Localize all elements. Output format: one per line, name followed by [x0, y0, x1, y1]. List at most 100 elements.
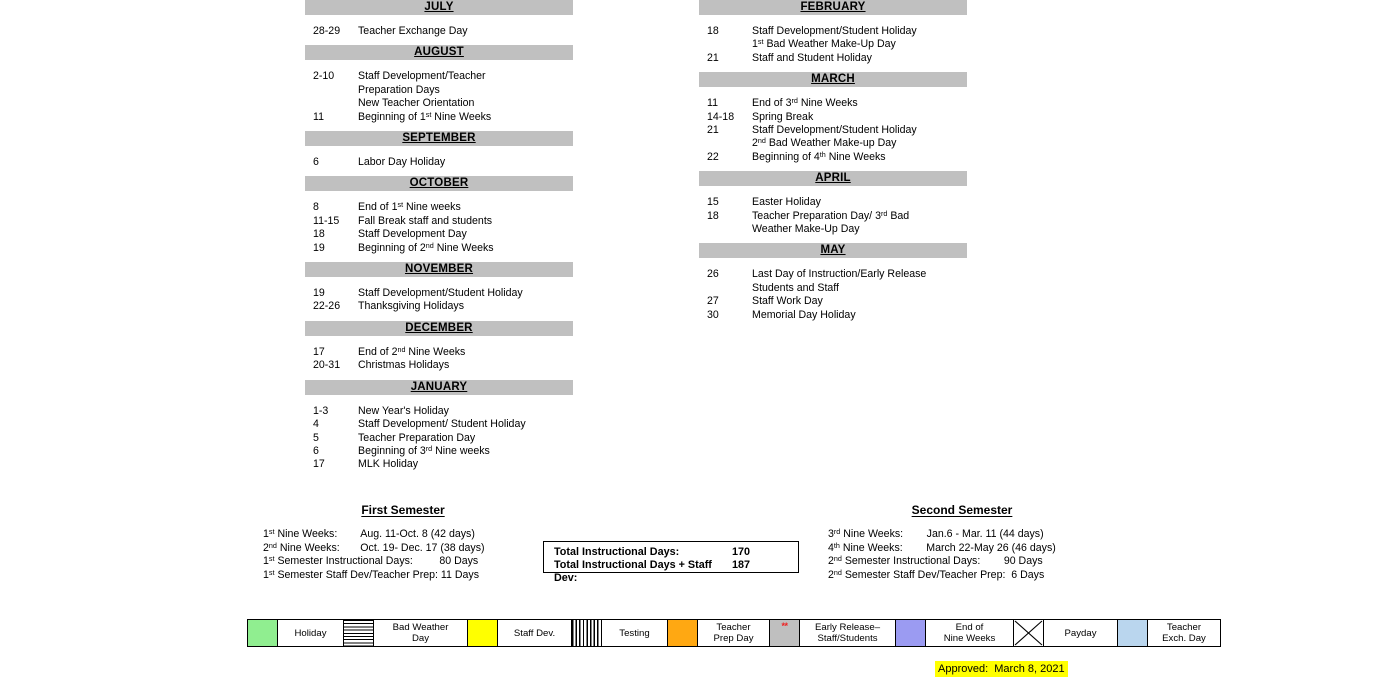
event-description: Staff Development/Teacher Preparation Da…	[358, 70, 486, 110]
total-label: Total Instructional Days + Staff Dev:	[554, 559, 712, 584]
event-date: 28-29	[313, 25, 341, 37]
second-semester-title: Second Semester	[911, 503, 1013, 517]
gray-asterisk-swatch: **	[770, 620, 800, 646]
event-date: 21	[707, 124, 719, 137]
month-events: 28-29 Teacher Exchange Day	[305, 15, 573, 45]
first-semester-line: 1st Semester Instructional Days: 80 Days	[263, 554, 479, 568]
event-description: Beginning of 2nd Nine Weeks	[358, 240, 494, 254]
month-block: NOVEMBER 19 Staff Development/Student Holi…	[305, 262, 573, 321]
calendar-event-row: 20-31 Christmas Holidays	[305, 359, 573, 372]
event-date: 17	[313, 345, 325, 358]
event-description: Staff Development/Student Holiday	[358, 287, 523, 300]
calendar-event-row: 11 End of 3rd Nine Weeks	[699, 97, 967, 110]
calendar-legend: Holiday Bad Weather Day Staff Dev. Testing T…	[247, 619, 1221, 647]
event-date: 18	[313, 228, 325, 241]
total-instructional-days-box: Total Instructional Days: 170 Total Instru…	[543, 541, 799, 584]
solid-purple-swatch	[896, 620, 926, 646]
total-row: Total Instructional Days + Staff Dev: 187	[554, 559, 798, 585]
event-description: Staff Development/Student Holiday 1st Ba…	[752, 25, 917, 51]
event-date: 30	[707, 308, 719, 321]
light-blue-swatch	[1118, 620, 1148, 646]
solid-yellow-swatch	[468, 620, 498, 646]
calendar-event-row: 21 Staff Development/Student Holiday 2nd …	[699, 124, 967, 151]
second-semester-line: 2nd Semester Staff Dev/Teacher Prep: 6 D…	[828, 567, 1045, 581]
second-semester-line: 3rd Nine Weeks: Jan.6 - Mar. 11 (44 days…	[828, 527, 1044, 540]
month-events: 1-3 New Year's Holiday 4 Staff Development/…	[305, 395, 573, 479]
event-description: End of 1st Nine weeks	[358, 200, 461, 214]
event-date: 22	[707, 150, 719, 163]
event-description: Thanksgiving Holidays	[358, 300, 464, 313]
legend-label: Bad Weather Day	[374, 620, 468, 646]
event-description: New Year's Holiday	[358, 404, 449, 417]
calendar-right-column: FEBRUARY 18 Staff Development/Student Holi…	[699, 0, 967, 329]
month-header: APRIL	[699, 171, 967, 187]
calendar-event-row: 22 Beginning of 4th Nine Weeks	[699, 151, 967, 164]
calendar-left-column: JULY 28-29 Teacher Exchange Day AUGUST 2-10 S…	[305, 0, 573, 479]
month-header: JULY	[305, 0, 573, 15]
event-description: Last Day of Instruction/Early Release St…	[752, 268, 927, 294]
month-block: JANUARY 1-3 New Year's Holiday 4 Staff Devel…	[305, 379, 573, 479]
month-name: NOVEMBER	[404, 263, 474, 276]
event-date: 17	[313, 458, 325, 471]
month-name: DECEMBER	[405, 321, 473, 334]
calendar-event-row: 5 Teacher Preparation Day	[305, 432, 573, 445]
event-description: End of 3rd Nine Weeks	[752, 96, 858, 110]
first-semester-lines: 1st Nine Weeks: Aug. 11-Oct. 8 (42 days)…	[263, 528, 543, 582]
event-date: 20-31	[313, 359, 341, 372]
calendar-event-row: 8 End of 1st Nine weeks	[305, 201, 573, 214]
month-block: OCTOBER 8 End of 1st Nine weeks 11-15 Fall B…	[305, 176, 573, 262]
calendar-event-row: 22-26 Thanksgiving Holidays	[305, 300, 573, 313]
calendar-event-row: 4 Staff Development/ Student Holiday	[305, 418, 573, 431]
event-date: 11-15	[313, 214, 340, 227]
month-header: MARCH	[699, 72, 967, 88]
event-date: 27	[707, 295, 719, 308]
month-events: 2-10 Staff Development/Teacher Preparatio…	[305, 60, 573, 131]
month-events: 17 End of 2nd Nine Weeks 20-31 Christmas Ho…	[305, 336, 573, 380]
month-events: 6 Labor Day Holiday	[305, 146, 573, 176]
month-name: JULY	[424, 1, 454, 13]
calendar-event-row: 19 Staff Development/Student Holiday	[305, 287, 573, 300]
second-semester-line: 4th Nine Weeks: March 22-May 26 (46 days…	[828, 540, 1056, 554]
month-block: APRIL 15 Easter Holiday 18 Teacher Preparati…	[699, 171, 967, 243]
solid-green-swatch	[248, 620, 278, 646]
event-date: 11	[707, 97, 718, 110]
month-events: 26 Last Day of Instruction/Early Release …	[699, 258, 967, 329]
event-description: MLK Holiday	[358, 458, 419, 471]
event-date: 1-3	[313, 404, 329, 417]
month-header: OCTOBER	[305, 176, 573, 192]
legend-label: Teacher Exch. Day	[1162, 622, 1206, 644]
event-date: 6	[313, 156, 319, 169]
event-date: 14-18	[707, 110, 735, 123]
calendar-event-row: 17 MLK Holiday	[305, 458, 573, 471]
calendar-event-row: 27 Staff Work Day	[699, 295, 967, 308]
event-date: 15	[707, 196, 719, 209]
month-block: JULY 28-29 Teacher Exchange Day	[305, 0, 573, 45]
vertical-lines-swatch	[572, 620, 602, 646]
calendar-event-row: 30 Memorial Day Holiday	[699, 309, 967, 322]
total-row: Total Instructional Days: 170	[554, 546, 798, 559]
event-description: Memorial Day Holiday	[752, 308, 856, 321]
calendar-event-row: 19 Beginning of 2nd Nine Weeks	[305, 242, 573, 255]
month-header: MAY	[699, 243, 967, 259]
month-header: AUGUST	[305, 45, 573, 61]
second-semester-summary: Second Semester 3rd Nine Weeks: Jan.6 - …	[828, 503, 1096, 582]
solid-orange-swatch	[668, 620, 698, 646]
event-date: 18	[707, 209, 719, 222]
x-mark-swatch	[1014, 620, 1044, 646]
total-label: Total Instructional Days:	[554, 546, 680, 558]
month-block: SEPTEMBER 6 Labor Day Holiday	[305, 131, 573, 176]
calendar-event-row: 15 Easter Holiday	[699, 196, 967, 209]
event-description: End of 2nd Nine Weeks	[358, 344, 466, 358]
month-block: DECEMBER 17 End of 2nd Nine Weeks 20-31 Chri…	[305, 320, 573, 380]
month-events: 8 End of 1st Nine weeks 11-15 Fall Break st…	[305, 191, 573, 262]
first-semester-line: 1st Nine Weeks: Aug. 11-Oct. 8 (42 days)	[263, 527, 475, 540]
legend-label: Early Release– Staff/Students	[800, 620, 896, 646]
event-date: 6	[313, 444, 319, 457]
event-date: 2-10	[313, 70, 335, 83]
month-block: MARCH 11 End of 3rd Nine Weeks 14-18 Spring …	[699, 72, 967, 171]
calendar-event-row: 11-15 Fall Break staff and students	[305, 215, 573, 228]
calendar-event-row: 6 Beginning of 3rd Nine weeks	[305, 445, 573, 458]
first-semester-summary: First Semester 1st Nine Weeks: Aug. 11-O…	[263, 503, 543, 582]
legend-label: Holiday	[278, 620, 344, 646]
month-header: SEPTEMBER	[305, 131, 573, 147]
